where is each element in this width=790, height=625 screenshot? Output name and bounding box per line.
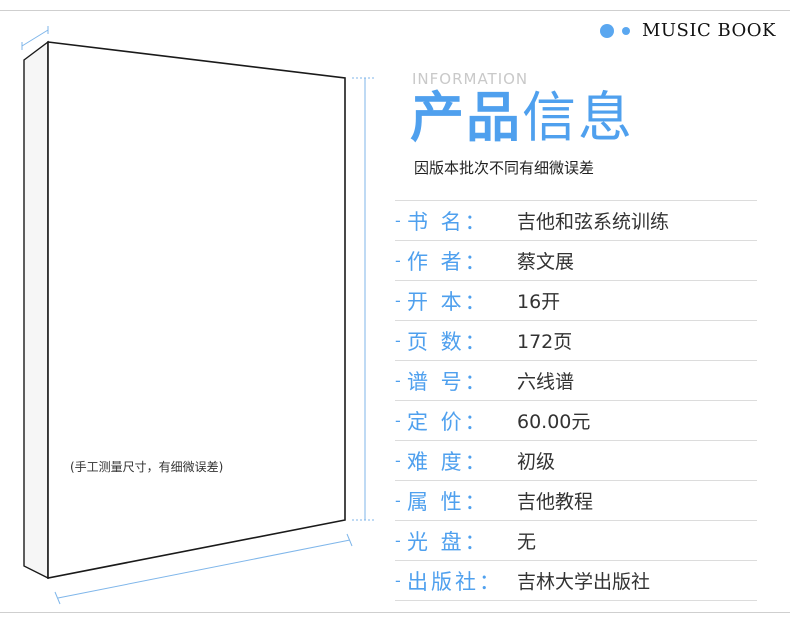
spec-row-disc: -光 盘：无: [395, 521, 757, 561]
brand-dot-large-icon: [599, 23, 614, 38]
info-title: 产品信息: [410, 88, 634, 147]
brand-dot-small-icon: [621, 26, 630, 35]
top-dimension-line: [21, 29, 49, 47]
spec-value: 吉林大学出版社: [517, 571, 651, 593]
spec-label: 定 价：: [407, 409, 489, 434]
spec-row-format: -开 本： 16开: [395, 281, 757, 321]
info-title-bold: 产品: [410, 86, 522, 149]
brand-header: MUSIC BOOK: [599, 20, 776, 41]
spec-list: -书 名： 吉他和弦系统训练 -作 者： 蔡文展 -开 本： 16开 -页 数： 172…: [395, 200, 757, 601]
spec-label: 出版社：: [407, 569, 503, 594]
book-spine: [23, 40, 49, 580]
spec-label: 书 名：: [407, 209, 489, 234]
book-cover: [47, 41, 346, 579]
spec-row-difficulty: -难 度： 初级: [395, 441, 757, 481]
info-title-light: 信息: [522, 86, 634, 149]
spec-value: 吉他教程: [517, 491, 594, 513]
spec-row-author: -作 者： 蔡文展: [395, 241, 757, 281]
spec-row-title: -书 名： 吉他和弦系统训练: [395, 200, 757, 241]
spec-label: 属 性：: [407, 489, 489, 514]
spec-row-pages: -页 数： 172页: [395, 321, 757, 361]
spec-label: 谱 号：: [407, 369, 489, 394]
book-illustration: [21, 26, 374, 605]
spec-value: 60.00元: [517, 411, 591, 433]
spec-row-notation: -谱 号： 六线谱: [395, 361, 757, 401]
spec-value: 蔡文展: [517, 251, 575, 273]
spec-label: 页 数：: [407, 329, 489, 354]
spec-value: 无: [517, 531, 537, 553]
spec-row-price: -定 价： 60.00元: [395, 401, 757, 441]
measurement-note: (手工测量尺寸，有细微误差): [70, 460, 224, 474]
spec-label: 难 度：: [407, 449, 489, 474]
spec-value: 初级: [517, 451, 556, 473]
spec-row-category: -属 性： 吉他教程: [395, 481, 757, 521]
spec-label: 光 盘：: [407, 529, 489, 554]
spec-label: 作 者：: [407, 249, 489, 274]
spec-value: 16开: [517, 291, 561, 313]
spec-row-publisher: - 出版社： 吉林大学出版社: [395, 561, 757, 601]
spec-value: 吉他和弦系统训练: [517, 211, 670, 233]
spec-label: 开 本：: [407, 289, 489, 314]
brand-title: MUSIC BOOK: [641, 20, 776, 41]
spec-value: 六线谱: [517, 371, 575, 393]
spec-value: 172页: [517, 331, 573, 353]
variance-note: 因版本批次不同有细微误差: [414, 159, 595, 177]
